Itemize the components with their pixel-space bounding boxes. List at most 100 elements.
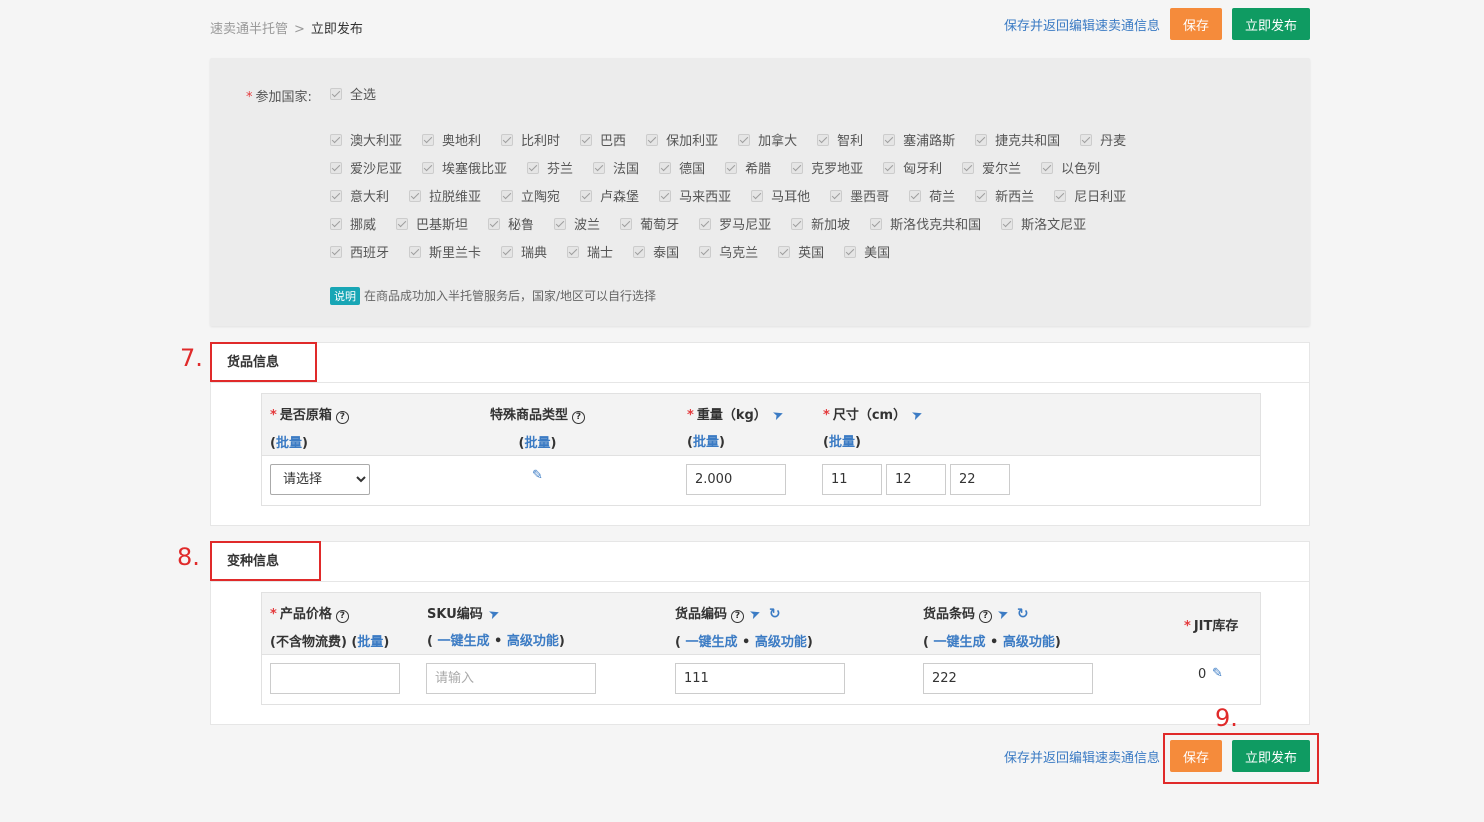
checkbox-icon[interactable] [883,134,896,146]
country-checkbox[interactable]: 斯洛文尼亚 [1001,214,1086,233]
country-checkbox[interactable]: 罗马尼亚 [699,214,771,233]
checkbox-icon[interactable] [738,134,751,146]
send-icon[interactable]: ➤ [996,606,1011,624]
size-length-input[interactable] [822,464,882,495]
send-icon[interactable]: ➤ [487,606,502,624]
checkbox-icon[interactable] [633,246,646,258]
batch-link[interactable]: 批量 [357,635,383,650]
country-checkbox[interactable]: 泰国 [633,242,679,261]
original-box-select[interactable]: 请选择 [270,464,370,495]
checkbox-icon[interactable] [396,218,409,230]
checkbox-icon[interactable] [659,190,672,202]
checkbox-icon[interactable] [501,134,514,146]
country-checkbox[interactable]: 塞浦路斯 [883,130,955,149]
country-checkbox[interactable]: 巴基斯坦 [396,214,468,233]
checkbox-icon[interactable] [830,190,843,202]
country-checkbox[interactable]: 马耳他 [751,186,810,205]
help-icon[interactable]: ? [731,610,745,623]
edit-icon[interactable]: ✎ [1212,666,1223,681]
send-icon[interactable]: ➤ [748,606,763,624]
country-checkbox[interactable]: 斯洛伐克共和国 [870,214,981,233]
country-checkbox[interactable]: 爱沙尼亚 [330,158,402,177]
country-checkbox[interactable]: 立陶宛 [501,186,560,205]
one-click-link[interactable]: 一键生成 [685,635,737,650]
checkbox-icon[interactable] [659,162,672,174]
checkbox-icon[interactable] [409,190,422,202]
save-return-link[interactable]: 保存并返回编辑速卖通信息 [1004,15,1160,34]
breadcrumb-parent[interactable]: 速卖通半托管 [210,22,288,37]
country-checkbox[interactable]: 丹麦 [1080,130,1126,149]
country-checkbox[interactable]: 埃塞俄比亚 [422,158,507,177]
country-checkbox[interactable]: 匈牙利 [883,158,942,177]
country-checkbox[interactable]: 葡萄牙 [620,214,679,233]
advanced-link[interactable]: 高级功能 [507,634,559,649]
help-icon[interactable]: ? [335,411,349,424]
country-checkbox[interactable]: 乌克兰 [699,242,758,261]
checkbox-icon[interactable] [501,190,514,202]
checkbox-icon[interactable] [909,190,922,202]
checkbox-icon[interactable] [501,246,514,258]
barcode-input[interactable] [923,663,1093,694]
send-icon[interactable]: ➤ [771,407,786,425]
country-checkbox[interactable]: 比利时 [501,130,560,149]
country-checkbox[interactable]: 瑞典 [501,242,547,261]
country-checkbox[interactable]: 保加利亚 [646,130,718,149]
checkbox-icon[interactable] [422,162,435,174]
checkbox-icon[interactable] [554,218,567,230]
advanced-link[interactable]: 高级功能 [1003,635,1055,650]
country-checkbox[interactable]: 德国 [659,158,705,177]
checkbox-icon[interactable] [1001,218,1014,230]
size-height-input[interactable] [950,464,1010,495]
checkbox-icon[interactable] [488,218,501,230]
refresh-icon[interactable]: ↻ [769,606,781,622]
price-input[interactable] [270,663,400,694]
country-checkbox[interactable]: 荷兰 [909,186,955,205]
checkbox-icon[interactable] [593,162,606,174]
country-checkbox[interactable]: 瑞士 [567,242,613,261]
checkbox-icon[interactable] [330,190,342,202]
advanced-link[interactable]: 高级功能 [755,635,807,650]
sku-input[interactable] [426,663,596,694]
country-checkbox[interactable]: 法国 [593,158,639,177]
publish-button[interactable]: 立即发布 [1231,8,1310,40]
save-return-link[interactable]: 保存并返回编辑速卖通信息 [1004,747,1160,766]
checkbox-icon[interactable] [1041,162,1054,174]
country-checkbox[interactable]: 新西兰 [975,186,1034,205]
help-icon[interactable]: ? [979,610,993,623]
checkbox-icon[interactable] [778,246,791,258]
checkbox-icon[interactable] [646,134,659,146]
batch-link[interactable]: 批量 [525,436,551,451]
country-checkbox[interactable]: 以色列 [1041,158,1100,177]
checkbox-icon[interactable] [791,218,804,230]
country-checkbox[interactable]: 卢森堡 [580,186,639,205]
batch-link[interactable]: 批量 [276,436,302,451]
checkbox-icon[interactable] [699,218,712,230]
save-button[interactable]: 保存 [1169,8,1222,40]
checkbox-icon[interactable] [527,162,540,174]
country-checkbox[interactable]: 巴西 [580,130,626,149]
country-checkbox[interactable]: 斯里兰卡 [409,242,481,261]
country-checkbox[interactable]: 新加坡 [791,214,850,233]
help-icon[interactable]: ? [572,411,586,424]
country-checkbox[interactable]: 马来西亚 [659,186,731,205]
checkbox-icon[interactable] [620,218,633,230]
country-checkbox[interactable]: 芬兰 [527,158,573,177]
country-checkbox[interactable]: 美国 [844,242,890,261]
send-icon[interactable]: ➤ [910,407,925,425]
select-all-checkbox[interactable]: 全选 [330,84,376,103]
checkbox-icon[interactable] [330,218,342,230]
size-width-input[interactable] [886,464,946,495]
checkbox-icon[interactable] [1080,134,1093,146]
edit-icon[interactable]: ✎ [532,468,543,483]
checkbox-icon[interactable] [844,246,857,258]
checkbox-icon[interactable] [791,162,804,174]
checkbox-icon[interactable] [567,246,580,258]
checkbox-icon[interactable] [962,162,975,174]
country-checkbox[interactable]: 奥地利 [422,130,481,149]
country-checkbox[interactable]: 智利 [817,130,863,149]
checkbox-icon[interactable] [975,134,988,146]
country-checkbox[interactable]: 尼日利亚 [1054,186,1126,205]
country-checkbox[interactable]: 墨西哥 [830,186,889,205]
country-checkbox[interactable]: 希腊 [725,158,771,177]
country-checkbox[interactable]: 克罗地亚 [791,158,863,177]
